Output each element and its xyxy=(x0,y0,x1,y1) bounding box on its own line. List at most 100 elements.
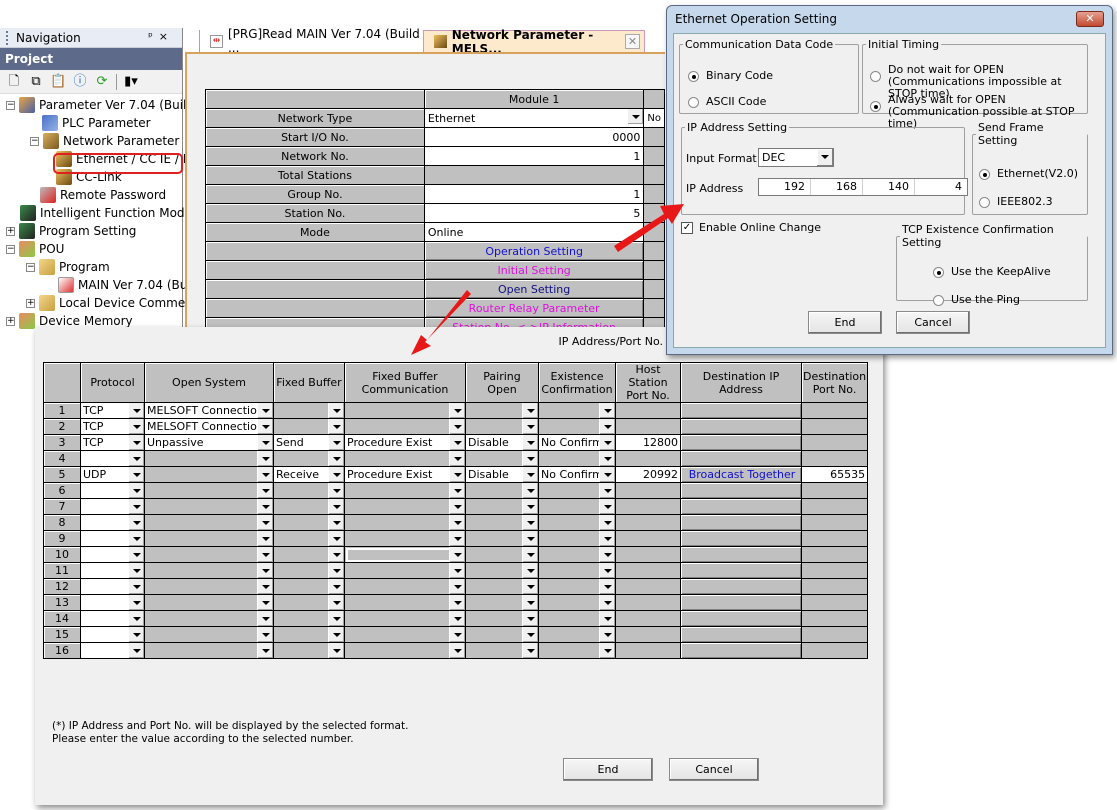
cell-host-port[interactable] xyxy=(615,642,681,659)
cell-protocol[interactable] xyxy=(80,594,145,611)
chevron-down-icon[interactable] xyxy=(257,595,273,610)
chevron-down-icon[interactable] xyxy=(599,467,615,482)
cell-pairing-open[interactable]: Disable xyxy=(465,434,539,451)
ping-radio[interactable]: Use the Ping xyxy=(933,294,1020,306)
chevron-down-icon[interactable] xyxy=(449,435,465,450)
chevron-down-icon[interactable] xyxy=(128,499,144,514)
chevron-down-icon[interactable] xyxy=(257,531,273,546)
cell-pairing-open[interactable] xyxy=(465,514,539,531)
chevron-down-icon[interactable] xyxy=(328,563,344,578)
cell-host-port[interactable] xyxy=(615,402,681,419)
cell-dest-port[interactable] xyxy=(800,594,869,611)
cell-protocol[interactable]: TCP xyxy=(80,418,145,435)
mode-select[interactable]: Online xyxy=(423,222,645,242)
cell-fixed-buffer-comm[interactable] xyxy=(344,450,466,467)
chevron-down-icon[interactable] xyxy=(257,547,273,562)
initial-setting-button[interactable]: Initial Setting xyxy=(423,260,645,280)
input-format-select[interactable]: DEC xyxy=(758,148,834,167)
cell-dest-ip[interactable] xyxy=(680,514,802,531)
cell-fixed-buffer-comm[interactable] xyxy=(344,610,466,627)
chevron-down-icon[interactable] xyxy=(449,499,465,514)
chevron-down-icon[interactable] xyxy=(449,627,465,642)
cell-dest-port[interactable] xyxy=(800,514,869,531)
cell-existence[interactable] xyxy=(538,530,616,547)
cell-dest-port[interactable] xyxy=(800,610,869,627)
chevron-down-icon[interactable] xyxy=(328,611,344,626)
chevron-down-icon[interactable] xyxy=(522,531,538,546)
cell-open-system[interactable] xyxy=(144,482,274,499)
chevron-down-icon[interactable] xyxy=(328,483,344,498)
chevron-down-icon[interactable] xyxy=(816,149,833,166)
chevron-down-icon[interactable] xyxy=(328,451,344,466)
tree-item[interactable]: − POU xyxy=(6,240,64,258)
tree-item[interactable]: − Program xyxy=(26,258,110,276)
cell-fixed-buffer[interactable] xyxy=(273,482,345,499)
cancel-button[interactable]: Cancel xyxy=(669,758,759,781)
chevron-down-icon[interactable] xyxy=(599,403,615,418)
cell-existence[interactable] xyxy=(538,402,616,419)
chevron-down-icon[interactable] xyxy=(128,595,144,610)
chevron-down-icon[interactable] xyxy=(128,467,144,482)
network-no-input[interactable]: 1 xyxy=(423,146,645,166)
chevron-down-icon[interactable] xyxy=(599,643,615,658)
cell-fixed-buffer-comm[interactable] xyxy=(344,482,466,499)
cell-existence[interactable] xyxy=(538,418,616,435)
cell-dest-port[interactable] xyxy=(800,402,869,419)
ascii-code-radio[interactable]: ASCII Code xyxy=(688,96,766,108)
cell-dest-port[interactable] xyxy=(800,578,869,595)
chevron-down-icon[interactable] xyxy=(522,547,538,562)
cell-fixed-buffer[interactable] xyxy=(273,498,345,515)
keepalive-radio[interactable]: Use the KeepAlive xyxy=(933,266,1051,278)
cell-host-port[interactable] xyxy=(615,594,681,611)
cell-dest-port[interactable] xyxy=(800,546,869,563)
chevron-down-icon[interactable] xyxy=(449,563,465,578)
ieee8023-radio[interactable]: IEEE802.3 xyxy=(979,196,1053,208)
chevron-down-icon[interactable] xyxy=(599,531,615,546)
chevron-down-icon[interactable] xyxy=(522,515,538,530)
cell-dest-ip[interactable] xyxy=(680,498,802,515)
cell-dest-port[interactable] xyxy=(800,498,869,515)
cell-fixed-buffer-comm[interactable] xyxy=(344,578,466,595)
cell-dest-ip[interactable] xyxy=(680,594,802,611)
chevron-down-icon[interactable] xyxy=(627,109,644,124)
cell-dest-port[interactable] xyxy=(800,482,869,499)
cell-pairing-open[interactable] xyxy=(465,530,539,547)
end-button[interactable]: End xyxy=(808,311,882,334)
chevron-down-icon[interactable] xyxy=(522,563,538,578)
cell-host-port[interactable] xyxy=(615,562,681,579)
chevron-down-icon[interactable] xyxy=(599,563,615,578)
chevron-down-icon[interactable] xyxy=(257,451,273,466)
cell-protocol[interactable]: UDP xyxy=(80,466,145,483)
cell-protocol[interactable] xyxy=(80,578,145,595)
cell-open-system[interactable]: MELSOFT Connection xyxy=(144,418,274,435)
close-tab-icon[interactable]: ✕ xyxy=(625,34,640,49)
chevron-down-icon[interactable] xyxy=(257,515,273,530)
chevron-down-icon[interactable] xyxy=(128,531,144,546)
expand-icon[interactable]: + xyxy=(6,226,15,236)
cell-host-port[interactable] xyxy=(615,530,681,547)
cell-fixed-buffer[interactable] xyxy=(273,642,345,659)
cell-fixed-buffer-comm[interactable] xyxy=(344,642,466,659)
chevron-down-icon[interactable] xyxy=(599,627,615,642)
cell-host-port[interactable] xyxy=(615,514,681,531)
chevron-down-icon[interactable] xyxy=(522,499,538,514)
chevron-down-icon[interactable] xyxy=(128,419,144,434)
cell-host-port[interactable] xyxy=(615,450,681,467)
chevron-down-icon[interactable] xyxy=(449,483,465,498)
chevron-down-icon[interactable] xyxy=(328,467,344,482)
cell-protocol[interactable] xyxy=(80,450,145,467)
chevron-down-icon[interactable] xyxy=(449,643,465,658)
chevron-down-icon[interactable] xyxy=(128,579,144,594)
cell-fixed-buffer[interactable] xyxy=(273,562,345,579)
cell-dest-ip[interactable] xyxy=(680,402,802,419)
cell-pairing-open[interactable] xyxy=(465,610,539,627)
chevron-down-icon[interactable] xyxy=(522,483,538,498)
chevron-down-icon[interactable] xyxy=(128,627,144,642)
ip-octet-2[interactable]: 168 xyxy=(811,179,863,195)
refresh-icon[interactable]: ⟳ xyxy=(94,74,110,90)
cell-fixed-buffer[interactable] xyxy=(273,514,345,531)
chevron-down-icon[interactable] xyxy=(328,627,344,642)
cell-dest-ip[interactable] xyxy=(680,434,802,451)
open-setting-button[interactable]: Open Setting xyxy=(423,279,645,299)
cell-open-system[interactable] xyxy=(144,626,274,643)
